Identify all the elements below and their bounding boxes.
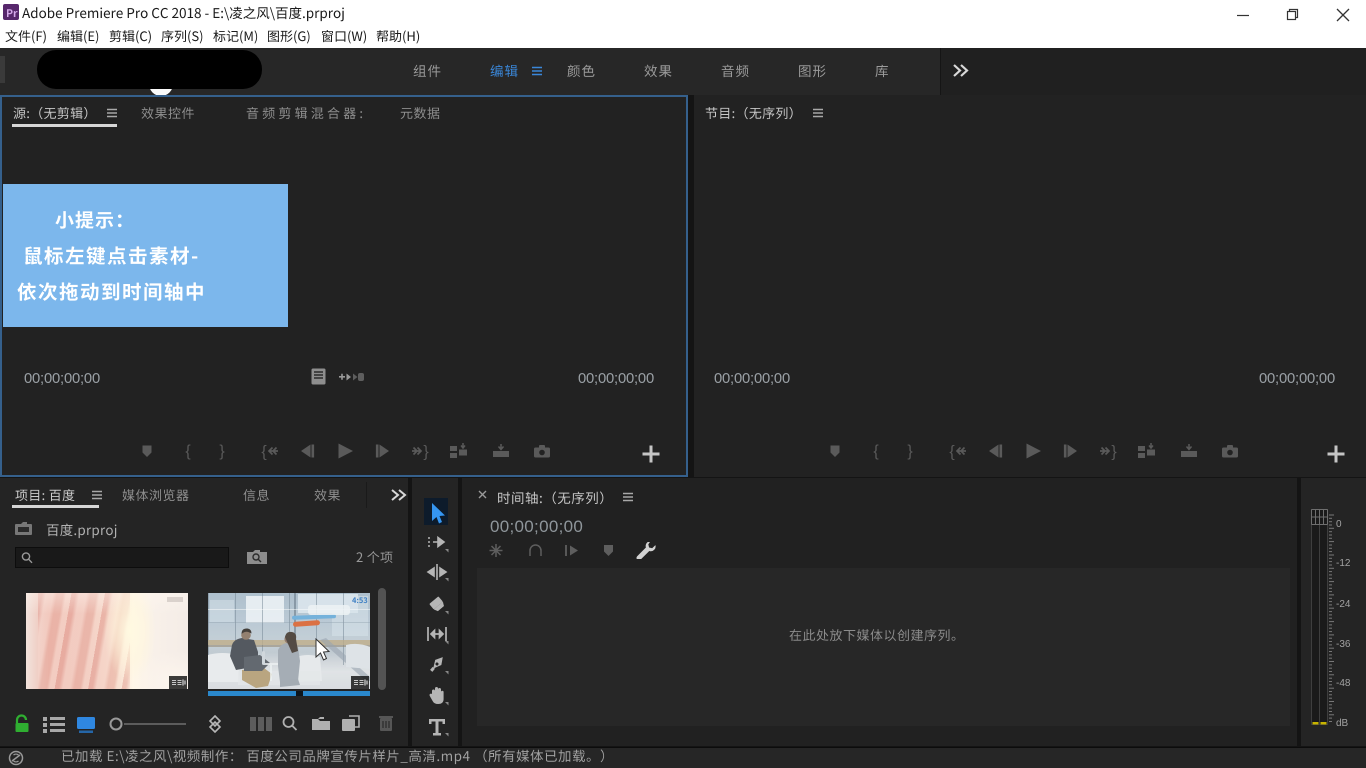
svg-text:-48: -48 bbox=[1336, 678, 1351, 689]
svg-text:{: { bbox=[873, 443, 879, 460]
svg-text:}: } bbox=[907, 443, 913, 460]
svg-text:-36: -36 bbox=[1336, 639, 1351, 650]
svg-text:0: 0 bbox=[1336, 519, 1342, 530]
svg-text:{: { bbox=[949, 444, 955, 461]
svg-text:}: } bbox=[1111, 444, 1117, 461]
svg-text:-12: -12 bbox=[1336, 558, 1351, 569]
svg-text:{: { bbox=[261, 444, 267, 461]
svg-text:}: } bbox=[219, 443, 225, 460]
svg-text:{: { bbox=[185, 443, 191, 460]
svg-text:}: } bbox=[423, 444, 429, 461]
svg-text:-24: -24 bbox=[1336, 599, 1351, 610]
svg-text:dB: dB bbox=[1336, 718, 1349, 729]
